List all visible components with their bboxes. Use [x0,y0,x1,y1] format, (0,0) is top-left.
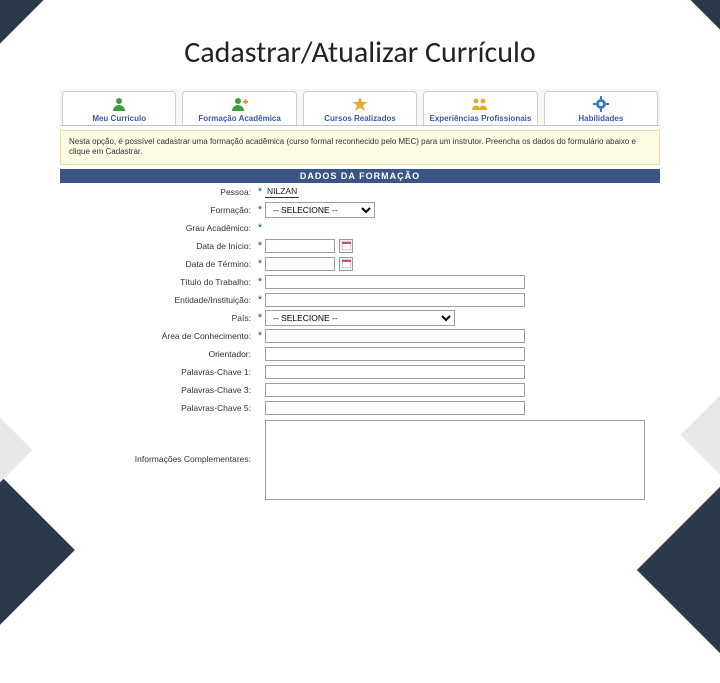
page-title: Cadastrar/Atualizar Currículo [0,0,720,89]
tab-cursos-realizados[interactable]: Cursos Realizados [303,91,417,125]
gear-blue-icon [590,95,612,113]
required-icon: * [255,294,265,306]
person-add-icon [229,95,251,113]
row-formacao: Formação: * -- SELECIONE -- [60,201,660,219]
row-pais: País: * -- SELECIONE -- [60,309,660,327]
people-orange-icon [469,95,491,113]
tabs-row: Meu Currículo Formação Acadêmica Cursos … [60,89,660,126]
label-orientador: Orientador: [60,349,255,359]
input-data-inicio[interactable] [265,239,335,253]
required-icon: * [255,312,265,324]
input-entidade-instituicao[interactable] [265,293,525,307]
label-grau-academico: Grau Acadêmico: [60,223,255,233]
tab-formacao-academica[interactable]: Formação Acadêmica [182,91,296,125]
row-info-complementares: Informações Complementares: [60,417,660,501]
required-icon: * [255,240,265,252]
label-palavra-chave-1: Palavras-Chave 1: [60,367,255,377]
row-palavra-chave-5: Palavras-Chave 5: [60,399,660,417]
label-data-inicio: Data de Início: [60,241,255,251]
form-dados-formacao: Pessoa: * NILZAN Formação: * -- SELECION… [60,183,660,501]
tab-experiencias-profissionais[interactable]: Experiências Profissionais [423,91,537,125]
form-panel: Meu Currículo Formação Acadêmica Cursos … [60,89,660,501]
label-formacao: Formação: [60,205,255,215]
required-icon: * [255,204,265,216]
value-pessoa: NILZAN [265,186,299,198]
tab-meu-curriculo[interactable]: Meu Currículo [62,91,176,125]
label-pais: País: [60,313,255,323]
person-green-icon [108,95,130,113]
required-icon: * [255,330,265,342]
textarea-info-complementares[interactable] [265,420,645,500]
tab-label: Meu Currículo [92,114,146,123]
label-data-termino: Data de Término: [60,259,255,269]
label-entidade-instituicao: Entidade/Instituição: [60,295,255,305]
label-titulo-trabalho: Título do Trabalho: [60,277,255,287]
help-text: Nesta opção, é possível cadastrar uma fo… [60,130,660,165]
label-palavra-chave-5: Palavras-Chave 5: [60,403,255,413]
row-data-termino: Data de Término: * [60,255,660,273]
tab-habilidades[interactable]: Habilidades [544,91,658,125]
label-info-complementares: Informações Complementares: [60,420,255,464]
input-palavra-chave-3[interactable] [265,383,525,397]
input-data-termino[interactable] [265,257,335,271]
row-palavra-chave-1: Palavras-Chave 1: [60,363,660,381]
row-area-conhecimento: Área de Conhecimento: * [60,327,660,345]
tab-label: Formação Acadêmica [198,114,280,123]
label-pessoa: Pessoa: [60,187,255,197]
row-titulo-trabalho: Título do Trabalho: * [60,273,660,291]
tab-label: Experiências Profissionais [430,114,532,123]
select-pais[interactable]: -- SELECIONE -- [265,310,455,326]
input-orientador[interactable] [265,347,525,361]
calendar-icon[interactable] [339,239,353,253]
tab-label: Cursos Realizados [324,114,396,123]
row-entidade-instituicao: Entidade/Instituição: * [60,291,660,309]
section-header: DADOS DA FORMAÇÃO [60,169,660,183]
input-titulo-trabalho[interactable] [265,275,525,289]
required-icon: * [255,276,265,288]
row-grau-academico: Grau Acadêmico: * [60,219,660,237]
row-pessoa: Pessoa: * NILZAN [60,183,660,201]
row-palavra-chave-3: Palavras-Chave 3: [60,381,660,399]
star-orange-icon [349,95,371,113]
calendar-icon[interactable] [339,257,353,271]
required-icon: * [255,258,265,270]
tab-label: Habilidades [578,114,623,123]
row-data-inicio: Data de Início: * [60,237,660,255]
input-palavra-chave-1[interactable] [265,365,525,379]
input-area-conhecimento[interactable] [265,329,525,343]
select-formacao[interactable]: -- SELECIONE -- [265,202,375,218]
required-icon: * [255,222,265,234]
label-palavra-chave-3: Palavras-Chave 3: [60,385,255,395]
label-area-conhecimento: Área de Conhecimento: [60,331,255,341]
row-orientador: Orientador: [60,345,660,363]
required-icon: * [255,186,265,198]
input-palavra-chave-5[interactable] [265,401,525,415]
